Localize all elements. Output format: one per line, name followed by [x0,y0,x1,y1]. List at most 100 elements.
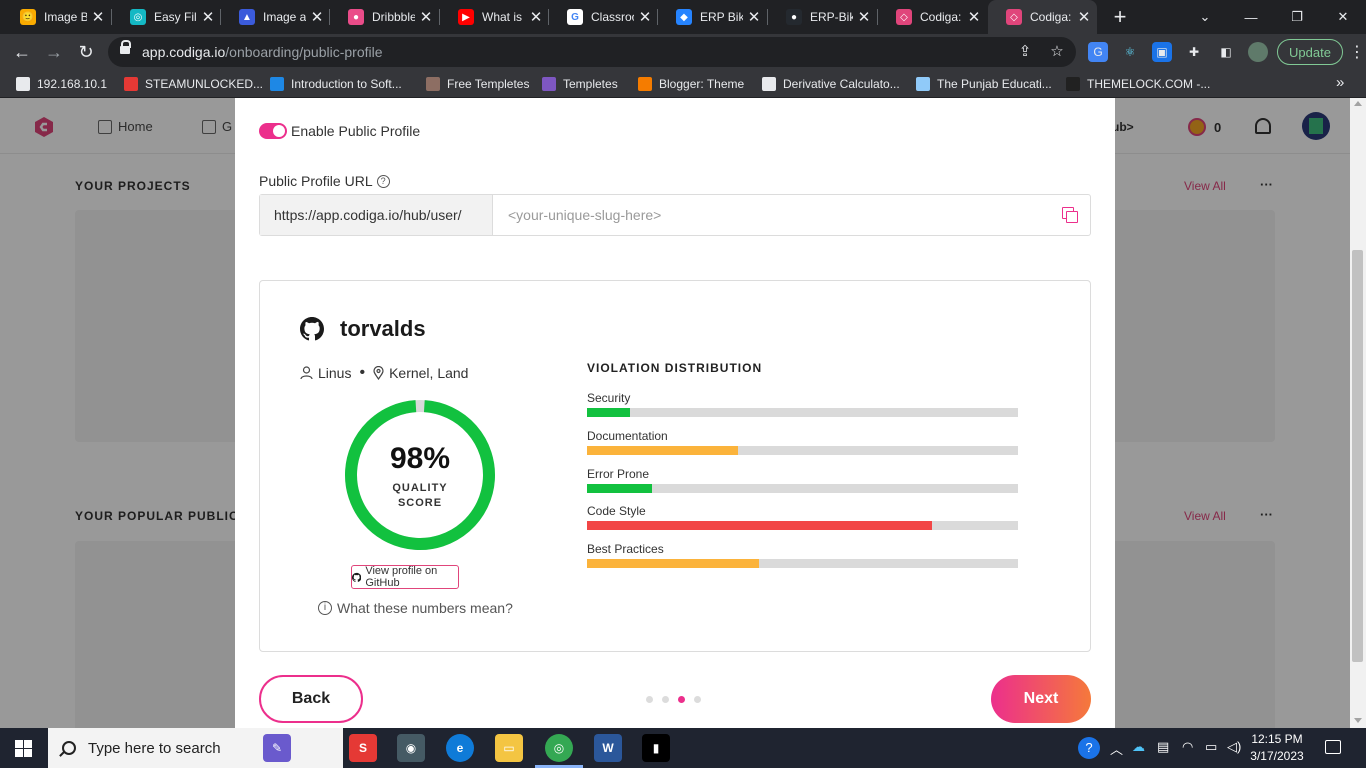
copy-icon[interactable] [1062,207,1078,223]
next-button[interactable]: Next [991,675,1091,723]
chrome-taskbar-icon[interactable]: ◎ [545,734,573,762]
terminal-app-icon[interactable]: ▮ [642,734,670,762]
numbers-explanation-link[interactable]: i What these numbers mean? [318,600,513,616]
bookmarks-overflow-icon[interactable]: » [1336,74,1344,91]
address-bar[interactable]: app.codiga.io/onboarding/public-profile … [108,37,1076,67]
violation-row: Security [587,391,1018,417]
bookmark-item[interactable]: STEAMUNLOCKED... [124,75,263,93]
profile-avatar-icon[interactable] [1248,42,1268,62]
tab-close-icon[interactable]: ✕ [638,8,652,26]
bookmark-item[interactable]: Blogger: Theme [638,75,744,93]
help-tray-icon[interactable]: ? [1078,737,1100,759]
location-pin-icon [373,366,384,380]
file-explorer-icon[interactable]: ▭ [495,734,523,762]
lock-icon[interactable] [120,40,131,57]
notifications-icon[interactable] [1325,740,1341,754]
person-icon [300,366,313,380]
browser-tab[interactable]: ● Dribbble ✕ [330,0,439,34]
browser-tab[interactable]: ◇ Codiga: ✕ [988,0,1097,34]
step-dot[interactable] [646,696,653,703]
violation-bar-fill [587,408,631,417]
slug-input[interactable] [494,195,1054,235]
windows-start-icon[interactable] [15,740,32,757]
tab-search-icon[interactable]: ⌄ [1182,0,1228,34]
back-nav-icon[interactable]: ← [8,38,36,66]
violation-row: Error Prone [587,467,1018,493]
browser-tab[interactable]: ▶ What is ✕ [440,0,549,34]
browser-tab[interactable]: 🙂 Image B ✕ [2,0,111,34]
tab-title: ERP-Bike [810,10,853,24]
browser-toolbar: ← → ↻ app.codiga.io/onboarding/public-pr… [0,34,1366,70]
app-icon-1[interactable]: S [349,734,377,762]
tab-close-icon[interactable]: ✕ [857,8,871,26]
wifi-icon[interactable]: ◠ [1182,739,1193,755]
help-icon[interactable]: ? [376,174,390,188]
tab-close-icon[interactable]: ✕ [310,8,324,26]
widgets-icon[interactable]: ✎ [263,734,291,762]
network-settings-icon[interactable]: ▤ [1157,739,1169,755]
bookmark-item[interactable]: THEMELOCK.COM -... [1066,75,1210,93]
step-dot[interactable] [662,696,669,703]
tab-close-icon[interactable]: ✕ [967,8,981,26]
tab-close-icon[interactable]: ✕ [747,8,761,26]
translate-extension-icon[interactable]: G [1088,42,1108,62]
tab-close-icon[interactable]: ✕ [201,8,215,26]
browser-tab[interactable]: ● ERP-Bike ✕ [768,0,877,34]
browser-tab[interactable]: ◆ ERP Bike ✕ [658,0,767,34]
browser-menu-icon[interactable]: ⋮ [1349,42,1365,62]
profile-url-group: https://app.codiga.io/hub/user/ [259,194,1091,236]
scrollbar-thumb[interactable] [1352,250,1363,662]
back-button[interactable]: Back [259,675,363,723]
edge-browser-icon[interactable]: e [446,734,474,762]
extensions-puzzle-icon[interactable]: ✚ [1184,42,1204,62]
bookmark-item[interactable]: Templetes [542,75,618,93]
view-github-profile-button[interactable]: View profile on GitHub [351,565,459,589]
bookmark-item[interactable]: 192.168.10.1 [16,75,107,93]
scroll-up-arrow-icon[interactable] [1354,101,1362,106]
browser-tab[interactable]: ◎ Easy File ✕ [112,0,221,34]
update-button[interactable]: Update [1277,39,1343,65]
screen-extension-icon[interactable]: ▣ [1152,42,1172,62]
taskbar-search[interactable]: Type here to search [48,728,343,768]
new-tab-button[interactable]: + [1110,4,1130,30]
tab-favicon-icon: ◇ [896,9,912,25]
tab-close-icon[interactable]: ✕ [1077,8,1091,26]
reload-icon[interactable]: ↻ [72,38,100,66]
step-dot[interactable] [694,696,701,703]
system-clock[interactable]: 12:15 PM 3/17/2023 [1246,731,1308,765]
browser-tab[interactable]: ▲ Image an ✕ [221,0,330,34]
bookmark-item[interactable]: Derivative Calculato... [762,75,900,93]
restore-button[interactable]: ❐ [1274,0,1320,34]
violation-bar-track [587,521,1018,530]
forward-nav-icon[interactable]: → [40,38,68,66]
side-panel-icon[interactable]: ◧ [1216,42,1236,62]
react-extension-icon[interactable]: ⚛ [1120,42,1140,62]
tab-favicon-icon: ◎ [130,9,146,25]
bookmark-item[interactable]: Free Templetes [426,75,529,93]
word-app-icon[interactable]: W [594,734,622,762]
minimize-button[interactable]: — [1228,0,1274,34]
close-window-button[interactable]: ✕ [1320,0,1366,34]
bookmark-star-icon[interactable]: ☆ [1048,43,1066,61]
browser-tab[interactable]: G Classroo ✕ [549,0,658,34]
volume-icon[interactable]: ◁) [1227,739,1241,755]
bookmark-favicon-icon [916,77,930,91]
tab-close-icon[interactable]: ✕ [529,8,543,26]
step-indicator [646,696,710,703]
bookmark-label: THEMELOCK.COM -... [1087,77,1211,91]
share-icon[interactable]: ⇪ [1016,43,1034,61]
battery-icon[interactable]: ▭ [1205,739,1217,755]
tab-title: ERP Bike [700,10,743,24]
tray-overflow-icon[interactable]: ︿ [1110,739,1123,758]
onedrive-icon[interactable]: ☁ [1132,739,1145,755]
bookmark-item[interactable]: Introduction to Soft... [270,75,402,93]
step-dot[interactable] [678,696,685,703]
camera-app-icon[interactable]: ◉ [397,734,425,762]
tab-title: Easy File [154,10,197,24]
tab-close-icon[interactable]: ✕ [419,8,433,26]
browser-tab[interactable]: ◇ Codiga: ✕ [878,0,987,34]
public-profile-toggle[interactable] [259,123,287,139]
scroll-down-arrow-icon[interactable] [1354,718,1362,723]
tab-close-icon[interactable]: ✕ [91,8,105,26]
bookmark-item[interactable]: The Punjab Educati... [916,75,1052,93]
